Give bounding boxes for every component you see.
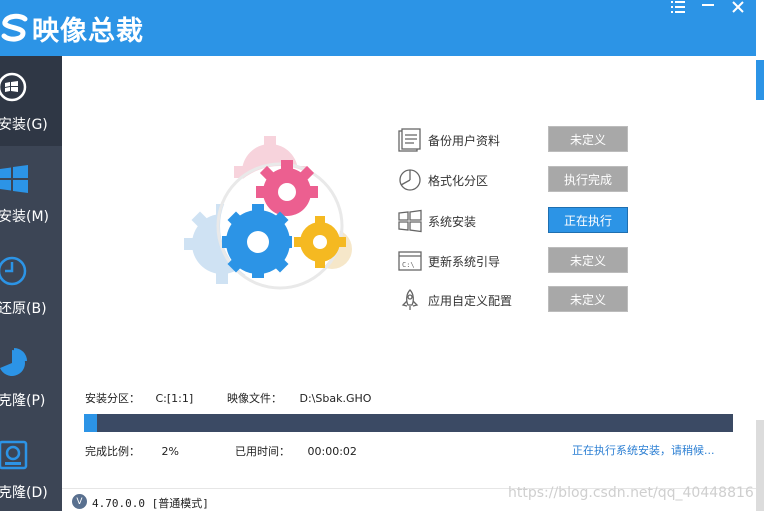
step-label: 备份用户资料	[428, 134, 501, 148]
step-status: 执行完成	[548, 166, 628, 192]
sidebar-item-clone-d[interactable]: 克隆(D)	[0, 424, 62, 514]
svg-text:C:\: C:\	[402, 261, 415, 269]
watermark: https://blog.csdn.net/qq_40448816	[508, 485, 754, 501]
step-backup-user-data: 备份用户资料 未定义	[398, 126, 698, 154]
pie-chart-icon	[0, 348, 30, 378]
sidebar-item-label: 安装(M)	[0, 209, 50, 225]
title-bar: 映像总裁	[0, 0, 756, 56]
sidebar-item-install-m[interactable]: 安装(M)	[0, 148, 62, 238]
sidebar-item-clone-p[interactable]: 克隆(P)	[0, 332, 62, 422]
completion-ratio-label: 完成比例：	[85, 445, 140, 458]
menu-lines-icon[interactable]	[670, 0, 686, 14]
sidebar-item-restore[interactable]: 还原(B)	[0, 240, 62, 330]
windows-logo-icon	[398, 209, 422, 233]
sidebar-item-install-g[interactable]: 安装(G)	[0, 56, 62, 146]
progress-bar	[84, 414, 733, 432]
partition-label: 安装分区：	[85, 392, 140, 405]
step-apply-custom-config: 应用自定义配置 未定义	[398, 286, 698, 314]
image-file-label: 映像文件：	[227, 392, 282, 405]
sidebar-item-label: 安装(G)	[0, 117, 48, 133]
step-format-partition: 格式化分区 执行完成	[398, 166, 698, 194]
logo-s-icon	[0, 13, 30, 43]
pie-chart-icon	[398, 168, 422, 192]
status-message: 正在执行系统安装，请稍候...	[572, 444, 715, 457]
step-status: 正在执行	[548, 207, 628, 233]
completion-ratio-value: 2%	[161, 445, 179, 458]
install-info-row: 安装分区： C:[1:1] 映像文件： D:\Sbak.GHO	[85, 390, 371, 406]
step-status: 未定义	[548, 126, 628, 152]
windows-logo-icon	[0, 164, 30, 194]
minimize-icon[interactable]	[700, 0, 716, 14]
app-title: 映像总裁	[32, 15, 144, 47]
right-edge-block-2	[756, 420, 764, 511]
document-icon	[398, 128, 422, 152]
gears-illustration-icon	[182, 134, 362, 314]
close-icon[interactable]	[730, 0, 746, 14]
version-text: 4.70.0.0 [普通模式]	[92, 497, 209, 510]
progress-info-row: 完成比例： 2% 已用时间： 00:00:02	[85, 443, 357, 459]
image-file-value: D:\Sbak.GHO	[299, 392, 372, 405]
step-label: 更新系统引导	[428, 255, 501, 269]
step-label: 格式化分区	[428, 174, 489, 188]
right-edge-block	[756, 60, 764, 100]
disk-icon	[0, 440, 30, 470]
step-status: 未定义	[548, 286, 628, 312]
terminal-icon: C:\	[398, 249, 422, 273]
version-badge-icon: V	[72, 494, 87, 509]
sidebar: 安装(G) 安装(M) 还原(B) 克隆(P) 克隆(D)	[0, 56, 62, 511]
right-edge	[756, 0, 764, 511]
clock-icon	[0, 256, 30, 286]
partition-value: C:[1:1]	[155, 392, 194, 405]
elapsed-time-label: 已用时间：	[235, 445, 290, 458]
status-bar: V 4.70.0.0 [普通模式] https://blog.csdn.net/…	[62, 485, 756, 512]
rocket-icon	[398, 288, 422, 312]
app-logo: 映像总裁	[0, 8, 144, 48]
step-system-install: 系统安装 正在执行	[398, 207, 698, 235]
main-panel: 备份用户资料 未定义 格式化分区 执行完成 系统安装 正在执行 C:\ 更新系统…	[62, 56, 756, 488]
step-status: 未定义	[548, 247, 628, 273]
progress-bar-fill	[84, 414, 97, 432]
step-label: 应用自定义配置	[428, 294, 513, 308]
sidebar-item-label: 还原(B)	[0, 301, 47, 317]
elapsed-time-value: 00:00:02	[307, 445, 357, 458]
gear-disc-icon	[0, 72, 30, 102]
step-label: 系统安装	[428, 215, 477, 229]
step-update-boot: C:\ 更新系统引导 未定义	[398, 247, 698, 275]
sidebar-item-label: 克隆(D)	[0, 485, 48, 501]
sidebar-item-label: 克隆(P)	[0, 393, 46, 409]
